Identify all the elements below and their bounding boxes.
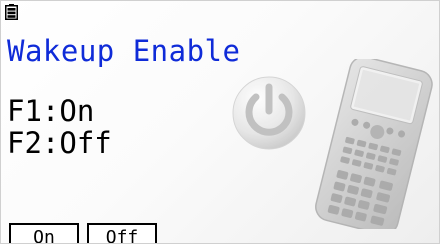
calculator-illustration	[315, 59, 433, 229]
calculator-screen: Wakeup Enable F1:On F2:Off On Off	[0, 0, 440, 244]
function-key-bar: On Off	[1, 219, 439, 243]
f1-on-button[interactable]: On	[9, 223, 79, 243]
battery-icon	[5, 4, 18, 20]
option-list: F1:On F2:Off	[7, 95, 112, 159]
power-icon	[232, 76, 306, 150]
f2-off-button[interactable]: Off	[87, 223, 157, 243]
option-f1-on: F1:On	[7, 94, 95, 128]
screen-title: Wakeup Enable	[7, 34, 241, 68]
status-bar	[1, 1, 439, 23]
background-illustration	[232, 59, 433, 229]
option-f2-off: F2:Off	[7, 126, 112, 160]
